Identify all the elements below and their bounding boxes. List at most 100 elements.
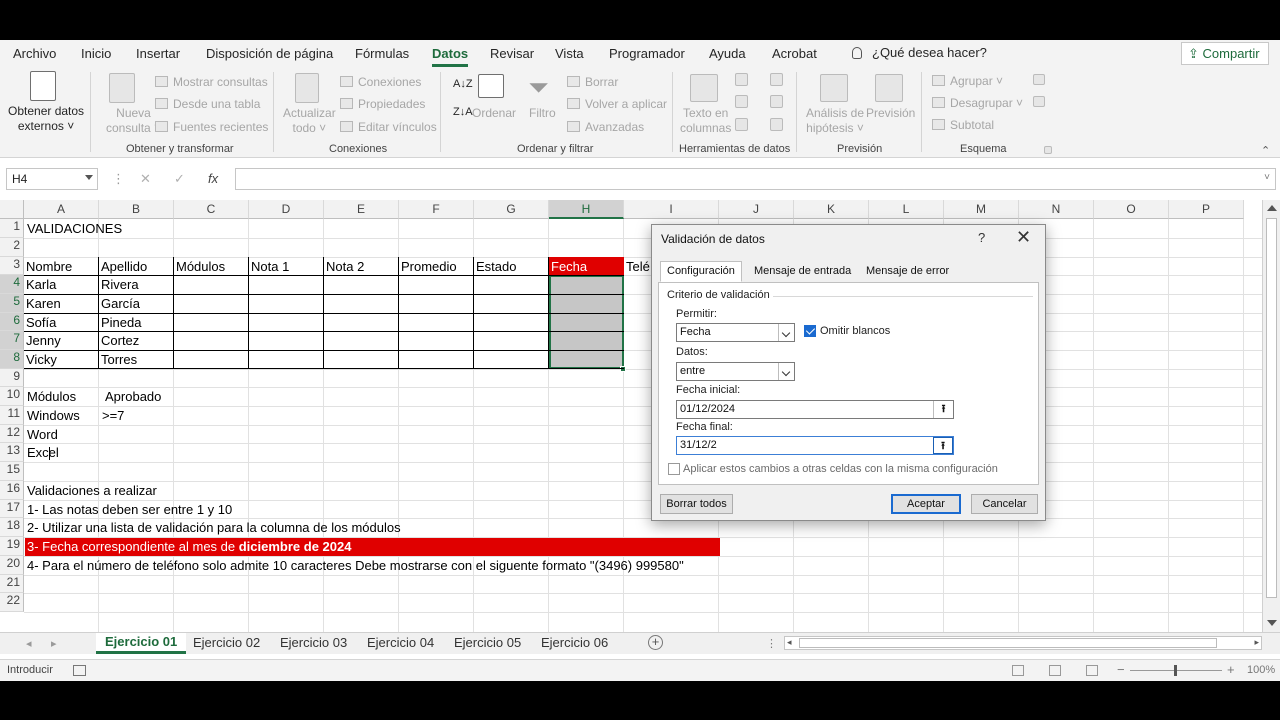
cell-a5[interactable]: Karen — [24, 296, 61, 311]
column-header-n[interactable]: N — [1019, 200, 1094, 219]
column-header-p[interactable]: P — [1169, 200, 1244, 219]
row-header-15[interactable]: 15 — [0, 462, 24, 481]
row-header-1[interactable]: 1 — [0, 219, 24, 238]
column-header-f[interactable]: F — [399, 200, 474, 219]
ungroup-button[interactable]: Desagrupar ˅ — [932, 96, 1023, 110]
sort-az-icon[interactable]: A↓Z — [453, 78, 473, 90]
column-header-b[interactable]: B — [99, 200, 174, 219]
row-header-4[interactable]: 4 — [0, 275, 24, 294]
cancelar-button[interactable]: Cancelar — [971, 494, 1038, 514]
column-header-m[interactable]: M — [944, 200, 1019, 219]
row-header-5[interactable]: 5 — [0, 294, 24, 313]
prev-sheet-icon[interactable]: ◂ — [26, 637, 32, 650]
cell-b7[interactable]: Cortez — [99, 333, 139, 348]
row-header-7[interactable]: 7 — [0, 331, 24, 350]
dialog-tab-mensaje-entrada[interactable]: Mensaje de entrada — [747, 261, 858, 282]
column-header-o[interactable]: O — [1094, 200, 1169, 219]
sheet-tab-ejercicio-04[interactable]: Ejercicio 04 — [367, 633, 434, 654]
row-header-21[interactable]: 21 — [0, 575, 24, 593]
vertical-scrollbar[interactable] — [1262, 200, 1280, 632]
reapply-button[interactable]: Volver a aplicar — [567, 97, 667, 111]
zoom-level[interactable]: 100% — [1247, 664, 1275, 676]
cell-a11[interactable]: Windows — [25, 408, 80, 423]
horizontal-scroll-thumb[interactable] — [799, 638, 1217, 648]
get-external-data-button[interactable]: Obtener datos externos ˅ — [8, 104, 84, 134]
header-nota1[interactable]: Nota 1 — [249, 259, 289, 274]
tab-disposicion[interactable]: Disposición de página — [206, 46, 333, 61]
sheet-tab-ejercicio-02[interactable]: Ejercicio 02 — [193, 633, 260, 654]
borrar-todos-button[interactable]: Borrar todos — [660, 494, 733, 514]
zoom-out-icon[interactable]: − — [1117, 662, 1125, 677]
header-fecha[interactable]: Fecha — [549, 259, 587, 274]
remove-duplicates-icon[interactable] — [735, 95, 748, 108]
recent-sources-button[interactable]: Fuentes recientes — [155, 120, 268, 134]
column-header-e[interactable]: E — [324, 200, 399, 219]
row-header-9[interactable]: 9 — [0, 369, 24, 387]
column-header-i[interactable]: I — [624, 200, 719, 219]
tell-me-search[interactable]: ¿Qué desea hacer? — [852, 45, 987, 60]
tab-insertar[interactable]: Insertar — [136, 46, 180, 61]
consolidate-icon[interactable] — [770, 73, 783, 86]
row-header-19[interactable]: 19 — [0, 537, 24, 556]
zoom-in-icon[interactable]: + — [1227, 662, 1235, 677]
refresh-all-button[interactable]: Actualizar todo ˅ — [283, 106, 336, 136]
row-header-10[interactable]: 10 — [0, 387, 24, 406]
aplicar-cambios-checkbox[interactable] — [668, 463, 680, 475]
cell-b10[interactable]: Aprobado — [103, 389, 161, 404]
cell-b5[interactable]: García — [99, 296, 140, 311]
fecha-inicial-input[interactable]: 01/12/2024 ⭱ — [676, 400, 954, 419]
horizontal-scrollbar[interactable]: ◂ ▸ — [784, 636, 1262, 650]
cell-b4[interactable]: Rivera — [99, 277, 139, 292]
sheet-tab-ejercicio-03[interactable]: Ejercicio 03 — [280, 633, 347, 654]
row-header-11[interactable]: 11 — [0, 406, 24, 425]
text-to-columns-button[interactable]: Texto en columnas — [680, 106, 731, 136]
show-queries-button[interactable]: Mostrar consultas — [155, 75, 268, 89]
formula-input[interactable]: ˅ — [235, 168, 1276, 190]
column-header-c[interactable]: C — [174, 200, 249, 219]
fecha-final-input[interactable]: 31/12/2 ⭱ — [676, 436, 954, 455]
collapse-dialog-icon-2[interactable]: ⭱ — [933, 437, 953, 454]
cell-b6[interactable]: Pineda — [99, 315, 141, 330]
header-nombre[interactable]: Nombre — [24, 259, 72, 274]
filter-button[interactable]: Filtro — [529, 106, 556, 120]
hide-detail-icon[interactable] — [1033, 96, 1045, 107]
expand-formula-bar-icon[interactable]: ˅ — [1264, 172, 1270, 183]
properties-button[interactable]: Propiedades — [340, 97, 425, 111]
clear-button[interactable]: Borrar — [567, 75, 618, 89]
sort-za-icon[interactable]: Z↓A — [453, 106, 473, 118]
header-telefono[interactable]: Telé — [624, 259, 650, 274]
cell-a6[interactable]: Sofía — [24, 315, 56, 330]
row-header-22[interactable]: 22 — [0, 593, 24, 612]
tab-revisar[interactable]: Revisar — [490, 46, 534, 61]
row-header-16[interactable]: 16 — [0, 481, 24, 500]
macro-record-icon[interactable] — [73, 665, 86, 676]
connections-button[interactable]: Conexiones — [340, 75, 421, 89]
tab-acrobat[interactable]: Acrobat — [772, 46, 817, 61]
name-box[interactable]: H4 — [6, 168, 98, 190]
advanced-button[interactable]: Avanzadas — [567, 120, 644, 134]
header-modulos[interactable]: Módulos — [174, 259, 225, 274]
from-table-button[interactable]: Desde una tabla — [155, 97, 260, 111]
column-header-h[interactable]: H — [549, 200, 624, 219]
manage-data-model-icon[interactable] — [770, 118, 783, 131]
edit-links-button[interactable]: Editar vínculos — [340, 120, 437, 134]
forecast-button[interactable]: Previsión — [866, 106, 915, 120]
fill-handle[interactable] — [620, 366, 626, 372]
sheet-tab-ejercicio-06[interactable]: Ejercicio 06 — [541, 633, 608, 654]
header-estado[interactable]: Estado — [474, 259, 516, 274]
header-apellido[interactable]: Apellido — [99, 259, 147, 274]
sheet-tab-ejercicio-05[interactable]: Ejercicio 05 — [454, 633, 521, 654]
row-header-12[interactable]: 12 — [0, 425, 24, 443]
scroll-up-icon[interactable] — [1267, 205, 1277, 211]
group-button[interactable]: Agrupar ˅ — [932, 74, 1003, 88]
header-nota2[interactable]: Nota 2 — [324, 259, 364, 274]
column-header-j[interactable]: J — [719, 200, 794, 219]
page-layout-view-icon[interactable] — [1049, 665, 1061, 676]
vertical-scroll-thumb[interactable] — [1266, 218, 1277, 598]
insert-function-icon[interactable]: fx — [208, 171, 218, 186]
cell-b11[interactable]: >=7 — [100, 408, 124, 423]
row-header-20[interactable]: 20 — [0, 556, 24, 575]
normal-view-icon[interactable] — [1012, 665, 1024, 676]
cell-a18[interactable]: 3- Fecha correspondiente al mes de dicie… — [25, 539, 351, 554]
row-header-3[interactable]: 3 — [0, 257, 24, 275]
